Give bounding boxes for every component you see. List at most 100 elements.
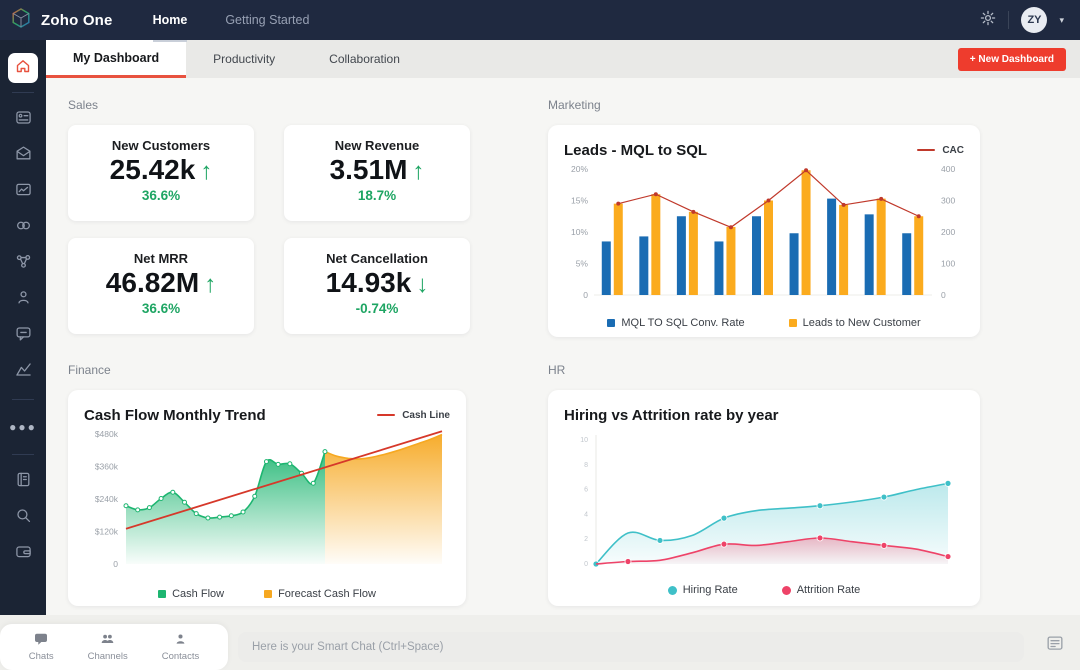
sidebar-divider [12, 454, 34, 455]
section-label-hr: HR [548, 363, 566, 377]
kpi-title: Net Cancellation [326, 251, 428, 266]
legend-label: Forecast Cash Flow [278, 588, 376, 600]
bottom-bar: Chats Channels Contacts Here is your Sma… [0, 615, 1080, 670]
top-bar: Zoho One Home Getting Started ZY ▾ [0, 0, 1080, 42]
dashboard-tabs: My Dashboard Productivity Collaboration … [46, 40, 1080, 78]
marketing-chart-card: Leads - MQL to SQL CAC 20% 15% 10% 5% 0 400 30… [548, 125, 980, 337]
arrow-up-icon: ↑ [200, 158, 213, 185]
finance-chart: $480k $360k $240k $120k 0 [95, 429, 443, 569]
svg-text:300: 300 [941, 196, 955, 206]
legend-swatch [788, 319, 797, 327]
tab-my-dashboard[interactable]: My Dashboard [46, 40, 187, 78]
people-icon [15, 289, 32, 311]
user-avatar[interactable]: ZY [1021, 7, 1048, 33]
svg-text:100: 100 [941, 259, 955, 269]
apps-icon [15, 109, 32, 131]
svg-text:0: 0 [583, 290, 588, 300]
svg-text:20%: 20% [571, 164, 588, 174]
kpi-card-new-revenue: New Revenue 3.51M ↑ 18.7% [284, 125, 470, 221]
arrow-up-icon: ↑ [412, 158, 425, 185]
kpi-card-new-customers: New Customers 25.42k ↑ 36.6% [68, 125, 254, 221]
left-sidebar: ●●● [0, 40, 46, 615]
sidebar-item-analytics[interactable] [5, 354, 41, 390]
kpi-change: 36.6% [141, 300, 181, 316]
kpi-value: 25.42k [109, 154, 196, 185]
search-icon [15, 507, 32, 529]
sidebar-item-mail[interactable] [5, 138, 41, 174]
chart-title: Leads - MQL to SQL [564, 141, 708, 159]
analytics-icon [15, 361, 32, 383]
sidebar-item-people[interactable] [5, 282, 41, 318]
legend-swatch [607, 319, 616, 327]
social-icon [15, 217, 32, 239]
sidebar-item-social[interactable] [5, 210, 41, 246]
sidebar-divider [12, 399, 34, 400]
kpi-change: -0.74% [355, 300, 399, 316]
legend-attrition-rate: Attrition Rate [781, 584, 861, 596]
settings-gear-icon[interactable] [980, 10, 996, 31]
kpi-value: 46.82M [105, 267, 200, 298]
sidebar-item-search[interactable] [5, 500, 41, 536]
sidebar-item-notebook[interactable] [5, 464, 41, 500]
sidebar-item-apps[interactable] [5, 102, 41, 138]
legend-swatch [667, 585, 677, 595]
legend-leads-customer: Leads to New Customer [788, 317, 921, 329]
sidebar-divider [12, 92, 34, 93]
finance-chart-card: Cash Flow Monthly Trend Cash Line $480k $… [68, 390, 466, 606]
svg-text:$120k: $120k [95, 527, 119, 537]
connect-icon [15, 253, 32, 275]
svg-text:0: 0 [584, 561, 588, 568]
dock-item-contacts[interactable]: Contacts [162, 632, 199, 662]
svg-text:200: 200 [941, 227, 955, 237]
tab-collaboration[interactable]: Collaboration [302, 40, 427, 78]
dock-item-channels[interactable]: Channels [88, 632, 128, 662]
more-apps-icon[interactable]: ●●● [5, 409, 41, 445]
legend-line-swatch [377, 414, 396, 416]
section-label-sales: Sales [68, 98, 99, 112]
projects-icon [15, 181, 32, 203]
arrow-up-icon: ↑ [204, 271, 217, 298]
nav-getting-started[interactable]: Getting Started [225, 0, 309, 40]
chart-title: Hiring vs Attrition rate by year [564, 406, 779, 424]
kpi-change: 18.7% [357, 187, 397, 203]
sidebar-item-projects[interactable] [5, 174, 41, 210]
newsletter-icon[interactable] [1046, 634, 1064, 657]
svg-text:$360k: $360k [95, 462, 119, 472]
svg-text:2: 2 [584, 536, 588, 543]
svg-text:400: 400 [941, 164, 955, 174]
legend-label: Attrition Rate [796, 584, 861, 596]
people-group-icon [100, 632, 115, 649]
sidebar-item-connect[interactable] [5, 246, 41, 282]
kpi-title: New Revenue [334, 138, 420, 153]
section-label-finance: Finance [68, 363, 111, 377]
sidebar-item-home[interactable] [8, 53, 38, 83]
sidebar-item-wallet[interactable] [5, 536, 41, 572]
legend-swatch [264, 590, 273, 598]
dock-item-chats[interactable]: Chats [29, 632, 54, 662]
dock-label: Channels [87, 651, 128, 662]
cash-line-legend: Cash Line [377, 410, 450, 421]
chevron-down-icon[interactable]: ▾ [1059, 15, 1064, 26]
sidebar-item-chat[interactable] [5, 318, 41, 354]
legend-swatch [158, 590, 167, 598]
chat-icon [15, 325, 32, 347]
top-nav: Home Getting Started [152, 0, 309, 42]
kpi-title: Net MRR [133, 251, 189, 266]
legend-label: CAC [942, 144, 964, 156]
legend-label: Hiring Rate [682, 584, 738, 596]
dock-label: Chats [28, 651, 54, 662]
legend-label: Leads to New Customer [802, 317, 921, 329]
legend-swatch [781, 585, 791, 595]
tab-productivity[interactable]: Productivity [186, 40, 302, 78]
smart-chat-input[interactable]: Here is your Smart Chat (Ctrl+Space) [238, 632, 1024, 662]
sales-section: Sales New Customers 25.42k ↑ 36.6% New Re… [68, 98, 470, 337]
chat-dock: Chats Channels Contacts [0, 624, 228, 670]
new-dashboard-button[interactable]: + New Dashboard [957, 48, 1066, 71]
wallet-icon [15, 543, 32, 565]
marketing-section: Marketing Leads - MQL to SQL CAC 20% 15% 1… [548, 98, 980, 337]
nav-home[interactable]: Home [152, 0, 188, 42]
hr-chart: 10 8 6 4 2 0 [580, 435, 952, 568]
legend-line-swatch [917, 149, 936, 151]
brand[interactable]: Zoho One [0, 7, 113, 34]
legend-forecast-cash-flow: Forecast Cash Flow [264, 588, 376, 600]
